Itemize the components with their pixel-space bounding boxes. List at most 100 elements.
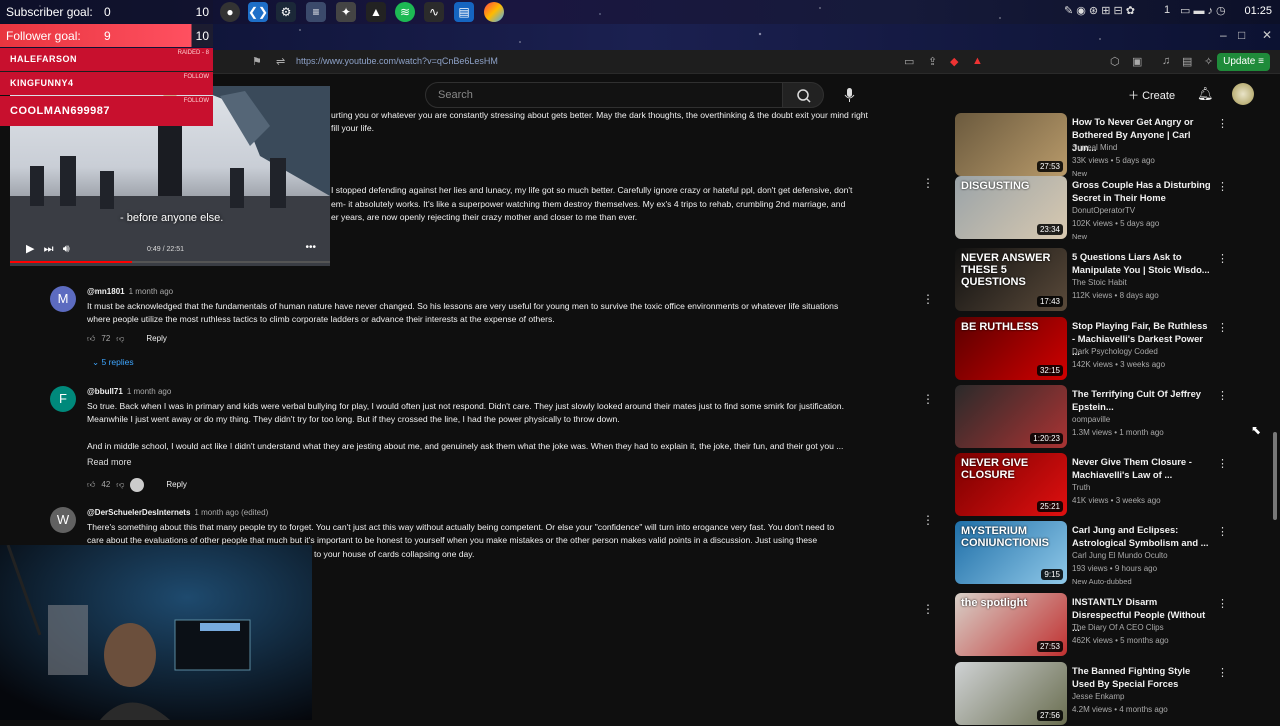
document-icon[interactable]: ▤	[454, 2, 474, 22]
recommended-video[interactable]: NEVER ANSWER THESE 5 QUESTIONS 17:43 5 Que…	[955, 248, 1255, 312]
video-progress-bar[interactable]	[10, 261, 330, 263]
pip-icon[interactable]: ▭	[904, 55, 914, 68]
channel-name[interactable]: The Diary Of A CEO Clips	[1072, 623, 1164, 632]
share-icon[interactable]: ⇪	[928, 55, 937, 68]
channel-name[interactable]: oompaville	[1072, 415, 1110, 424]
channel-name[interactable]: Carl Jung El Mundo Oculto	[1072, 551, 1168, 560]
dislike-icon[interactable]: 👎︎	[116, 480, 124, 489]
comment-menu-icon[interactable]: ⋮	[922, 292, 934, 306]
comment-menu-icon[interactable]: ⋮	[922, 176, 934, 190]
url-field[interactable]: https://www.youtube.com/watch?v=qCnBe6Le…	[296, 56, 498, 66]
video-menu-icon[interactable]: ⋮	[1217, 389, 1228, 402]
account-avatar[interactable]	[1232, 83, 1254, 105]
video-thumbnail[interactable]: BE RUTHLESS 32:15	[955, 317, 1067, 380]
channel-name[interactable]: The Stoic Habit	[1072, 278, 1127, 287]
video-menu-icon[interactable]: ⋮	[1217, 666, 1228, 679]
search-input[interactable]: Search	[425, 82, 783, 108]
bookmark-icon[interactable]: ⚑	[252, 55, 262, 68]
video-thumbnail[interactable]: NEVER ANSWER THESE 5 QUESTIONS 17:43	[955, 248, 1067, 311]
browser-icon[interactable]	[484, 2, 504, 22]
video-title[interactable]: The Terrifying Cult Of Jeffrey Epstein..…	[1072, 387, 1212, 413]
video-thumbnail[interactable]: 27:56	[955, 662, 1067, 725]
update-button[interactable]: Update ≡	[1217, 53, 1270, 71]
like-icon[interactable]: 👍︎	[87, 480, 95, 489]
recommended-video[interactable]: the spotlight 27:53 INSTANTLY Disarm Disre…	[955, 593, 1255, 657]
music-icon[interactable]: ♫	[1162, 55, 1170, 67]
video-menu-icon[interactable]: ⋮	[1217, 180, 1228, 193]
read-more-button[interactable]: Read more	[87, 457, 132, 467]
vscode-icon[interactable]: ❮❯	[248, 2, 268, 22]
channel-name[interactable]: Dark Psychology Coded	[1072, 347, 1158, 356]
reply-button[interactable]: Reply	[166, 480, 186, 489]
volume-icon[interactable]: 🔊︎	[63, 243, 70, 255]
video-menu-icon[interactable]: ⋮	[1217, 321, 1228, 334]
minimize-icon[interactable]: –	[1220, 28, 1227, 42]
inkscape-icon[interactable]: ▲	[366, 2, 386, 22]
site-info-icon[interactable]: ⇌	[276, 55, 285, 68]
video-menu-icon[interactable]: ⋮	[1217, 117, 1228, 130]
video-title[interactable]: 5 Questions Liars Ask to Manipulate You …	[1072, 250, 1212, 276]
tool-icon[interactable]: ✦	[336, 2, 356, 22]
comment-menu-icon[interactable]: ⋮	[922, 602, 934, 616]
close-icon[interactable]: ✕	[1262, 28, 1272, 42]
channel-name[interactable]: Truth	[1072, 483, 1090, 492]
dislike-icon[interactable]: 👎︎	[116, 334, 124, 343]
comment-avatar[interactable]: M	[50, 286, 76, 312]
brave-shield-icon[interactable]: ◆	[950, 55, 958, 68]
channel-name[interactable]: Jesse Enkamp	[1072, 692, 1124, 701]
recommended-video[interactable]: 27:53 How To Never Get Angry or Bothered …	[955, 113, 1255, 178]
video-menu-icon[interactable]: ⋮	[1217, 597, 1228, 610]
tray-icons-2[interactable]: ▭ ▬ ♪ ◷	[1180, 4, 1226, 17]
leo-icon[interactable]: ✧	[1204, 55, 1213, 68]
video-thumbnail[interactable]: 1:20:23	[955, 385, 1067, 448]
video-title[interactable]: The Banned Fighting Style Used By Specia…	[1072, 664, 1212, 690]
like-icon[interactable]: 👍︎	[87, 334, 95, 343]
recommended-video[interactable]: DISGUSTING 23:34 Gross Couple Has a Distur…	[955, 176, 1255, 241]
channel-name[interactable]: Surreal Mind	[1072, 143, 1117, 152]
obs-icon[interactable]: ●	[220, 2, 240, 22]
video-title[interactable]: Never Give Them Closure - Machiavelli's …	[1072, 455, 1212, 481]
author-handle[interactable]: @DerSchuelerDesInternets	[87, 508, 190, 517]
extension-icon[interactable]: ⬡	[1110, 55, 1120, 68]
video-title[interactable]: Carl Jung and Eclipses: Astrological Sym…	[1072, 523, 1212, 549]
scrollbar-thumb[interactable]	[1273, 432, 1277, 520]
video-menu-icon[interactable]: ⋮	[1217, 525, 1228, 538]
create-button[interactable]: ＋ Create	[1128, 87, 1175, 103]
comment-menu-icon[interactable]: ⋮	[922, 513, 934, 527]
maximize-icon[interactable]: □	[1238, 28, 1245, 42]
video-menu-icon[interactable]: ⋮	[1217, 252, 1228, 265]
recommended-video[interactable]: MYSTERIUM CONIUNCTIONIS 9:15 Carl Jung and…	[955, 521, 1255, 586]
video-menu-icon[interactable]: ⋮	[1217, 457, 1228, 470]
reply-button[interactable]: Reply	[146, 334, 166, 343]
rewards-icon[interactable]: ▲	[972, 55, 983, 67]
app-icon[interactable]: ≡	[306, 2, 326, 22]
search-button[interactable]	[782, 82, 824, 108]
video-thumbnail[interactable]: DISGUSTING 23:34	[955, 176, 1067, 239]
video-thumbnail[interactable]: the spotlight 27:53	[955, 593, 1067, 656]
microphone-icon[interactable]	[842, 86, 856, 104]
comment-time[interactable]: 1 month ago	[129, 287, 173, 296]
recommended-video[interactable]: BE RUTHLESS 32:15 Stop Playing Fair, Be Ru…	[955, 317, 1255, 381]
comment-avatar[interactable]: W	[50, 507, 76, 533]
recommended-video[interactable]: NEVER GIVE CLOSURE 25:21 Never Give Them C…	[955, 453, 1255, 517]
author-handle[interactable]: @bbull71	[87, 387, 123, 396]
comment-menu-icon[interactable]: ⋮	[922, 392, 934, 406]
comment-author[interactable]: @DerSchuelerDesInternets 1 month ago (edi…	[87, 508, 268, 517]
comment-author[interactable]: @mn1801 1 month ago	[87, 287, 173, 296]
comment-time[interactable]: 1 month ago (edited)	[194, 508, 268, 517]
video-title[interactable]: Gross Couple Has a Disturbing Secret in …	[1072, 178, 1212, 204]
video-thumbnail[interactable]: NEVER GIVE CLOSURE 25:21	[955, 453, 1067, 516]
author-handle[interactable]: @mn1801	[87, 287, 125, 296]
recommended-video[interactable]: 27:56 The Banned Fighting Style Used By S…	[955, 662, 1255, 726]
video-thumbnail[interactable]: MYSTERIUM CONIUNCTIONIS 9:15	[955, 521, 1067, 584]
notifications-bell-icon[interactable]: 🔔︎	[1197, 86, 1214, 102]
view-replies-button[interactable]: ⌄ 5 replies	[92, 357, 134, 368]
comment-avatar[interactable]: F	[50, 386, 76, 412]
play-icon[interactable]: ▶	[26, 243, 34, 255]
monitor-icon[interactable]: ∿	[424, 2, 444, 22]
steam-icon[interactable]: ⚙	[276, 2, 296, 22]
channel-name[interactable]: DonutOperatorTV	[1072, 206, 1135, 215]
video-thumbnail[interactable]: 27:53	[955, 113, 1067, 176]
recommended-video[interactable]: 1:20:23 The Terrifying Cult Of Jeffrey Ep…	[955, 385, 1255, 449]
spotify-icon[interactable]: ≋	[395, 2, 415, 22]
